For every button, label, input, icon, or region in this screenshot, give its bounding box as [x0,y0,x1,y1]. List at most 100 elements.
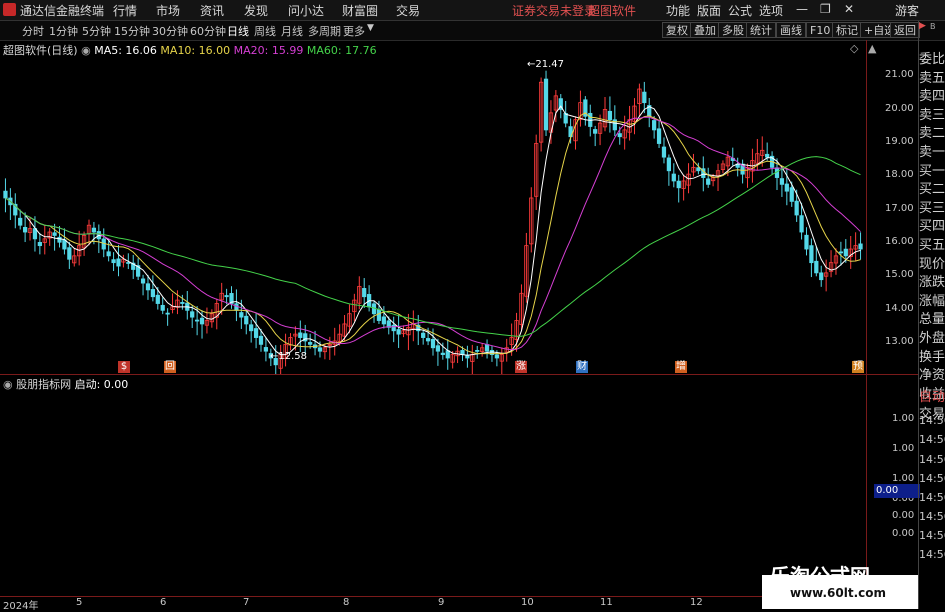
candle-body [617,133,622,138]
price-tick-label: 18.00 [885,169,914,180]
candle-body [804,234,809,250]
event-marker[interactable]: 财 [576,361,588,373]
event-marker[interactable]: 增 [675,361,687,373]
event-marker[interactable]: 预 [852,361,864,373]
close-icon[interactable]: ✕ [844,2,854,16]
candle-body [376,309,382,321]
quote-field-label: 卖四 [919,89,945,105]
menu-function[interactable]: 功能 [666,2,690,19]
period-60min[interactable]: 60分钟 [190,23,226,39]
candle-body [435,345,441,352]
tick-time-label: 14:56 [919,510,945,523]
ma5-line [5,105,861,356]
candle-body [258,335,264,345]
candle-body [126,262,131,264]
period-monthly[interactable]: 月线 [281,23,303,39]
collapse-icon[interactable]: ▶ [919,21,926,31]
period-15min[interactable]: 15分钟 [114,23,150,39]
period-5min[interactable]: 5分钟 [82,23,111,39]
menu-ask-xiaoda[interactable]: 问小达 [288,2,324,19]
tick-time-label: 14:56 [919,529,945,542]
event-marker[interactable]: 回 [164,361,176,373]
login-status[interactable]: 证券交易未登录 [512,2,596,19]
chevron-down-icon[interactable]: ▼ [367,23,374,33]
candle-body [421,332,426,338]
quote-field-label: 总量 [919,312,945,328]
candlestick-chart [3,70,863,375]
period-30min[interactable]: 30分钟 [152,23,188,39]
quote-field-label: 现价 [919,256,945,272]
menu-formula[interactable]: 公式 [728,2,752,19]
tick-time-label: 14:56 [919,548,945,561]
menu-trade[interactable]: 交易 [396,2,420,19]
candle-body [430,338,436,349]
period-weekly[interactable]: 周线 [254,23,276,39]
period-multi[interactable]: 多周期 [308,23,341,39]
tick-time-label: 14:56 [919,453,945,466]
period-daily[interactable]: 日线 [227,23,249,39]
menu-market[interactable]: 市场 [156,2,180,19]
candle-body [116,258,121,267]
candle-body [62,239,67,250]
candle-body [91,227,97,233]
candle-body [765,153,770,158]
diamond-icon[interactable]: ◇ [850,42,858,55]
ma20-line [5,116,861,351]
candle-body [3,190,8,199]
ma60-line [5,156,861,337]
price-axis-line [866,40,867,377]
period-more[interactable]: 更多 [343,23,365,39]
draw-line-button[interactable]: 画线 [776,22,806,38]
period-1min[interactable]: 1分钟 [49,23,78,39]
multi-stock-button[interactable]: 多股 [718,22,748,38]
indicator-tick-label: 1.00 [892,443,915,454]
candle-body [37,242,42,247]
candle-body [67,247,72,260]
quote-field-label: 买二 [919,182,945,198]
adjust-button[interactable]: 复权 [662,22,692,38]
price-tick-label: 17.00 [885,203,914,214]
candle-body [140,278,146,284]
indicator-name[interactable]: 股朋指标网 [16,378,71,391]
price-tick-label: 15.00 [885,269,914,280]
candle-body [593,129,598,134]
settings-icon[interactable]: ◉ [3,378,13,391]
overlay-button[interactable]: 叠加 [690,22,720,38]
candle-body [706,178,711,185]
app-title: 通达信金融终端 [20,4,105,18]
minimize-icon[interactable]: — [796,2,808,16]
menu-market-quotes[interactable]: 行情 [113,2,137,19]
tick-time-label: 14:56 [919,433,945,446]
candle-body [308,342,313,345]
event-marker[interactable]: 涨 [515,361,527,373]
candle-body [656,128,662,144]
f10-button[interactable]: F10 [806,22,835,38]
arrow-up-icon[interactable]: ▲ [868,42,876,55]
candle-body [642,91,647,104]
candle-body [396,329,401,335]
menu-wealth-circle[interactable]: 财富圈 [342,2,378,19]
period-intraday[interactable]: 分时 [22,23,44,39]
candle-body [244,315,249,325]
candle-body [145,283,151,291]
menu-options[interactable]: 选项 [759,2,783,19]
candle-body [199,317,205,325]
menu-discover[interactable]: 发现 [244,2,268,19]
candle-body [52,232,57,236]
statistics-button[interactable]: 统计 [746,22,776,38]
back-button[interactable]: 返回 [890,22,920,38]
restore-icon[interactable]: ❐ [820,2,831,16]
menu-news[interactable]: 资讯 [200,2,224,19]
guest-user[interactable]: 游客 [895,2,919,19]
indicator-legend: ◉ 股朋指标网 启动: 0.00 [3,376,128,392]
event-marker[interactable]: $ [118,361,130,373]
indicator-tick-label: 0.00 [892,510,915,521]
price-tick-label: 20.00 [885,103,914,114]
quote-field-label: 净资 [919,368,945,384]
candle-body [799,215,804,233]
period-toolbar: 分时 1分钟 5分钟 15分钟 30分钟 60分钟 日线 周线 月线 多周期 更… [0,21,945,41]
mark-button[interactable]: 标记 [832,22,862,38]
tick-time-label: 14:56 [919,414,945,427]
menu-layout[interactable]: 版面 [697,2,721,19]
tick-time-label: 14:56 [919,491,945,504]
